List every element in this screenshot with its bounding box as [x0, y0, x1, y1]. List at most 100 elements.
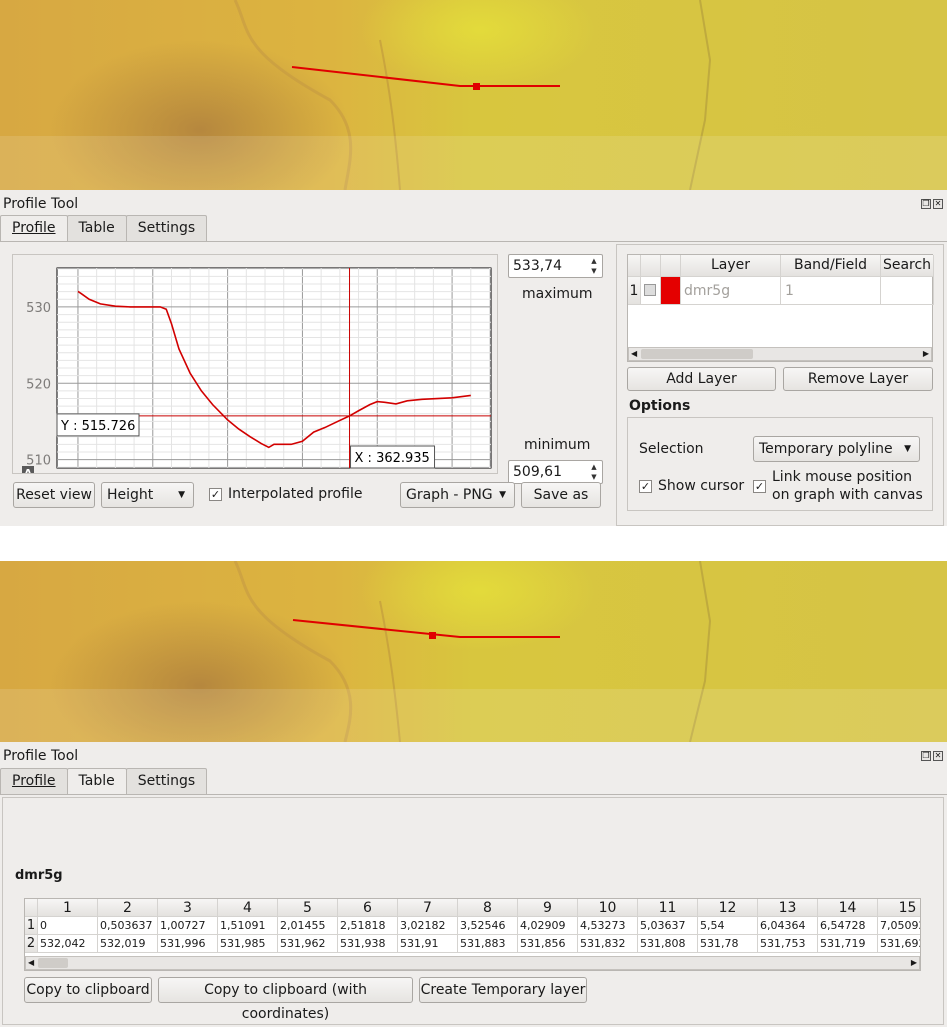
col-header[interactable]: 15 [878, 899, 920, 917]
map-canvas-bottom[interactable] [0, 561, 947, 742]
table-cell[interactable]: 531,719 [818, 935, 878, 953]
close-icon[interactable]: ✕ [933, 751, 943, 761]
col-header[interactable]: 7 [398, 899, 458, 917]
table-cell[interactable]: 1,51091 [218, 917, 278, 935]
col-header[interactable]: 5 [278, 899, 338, 917]
copy-clipboard-coords-button[interactable]: Copy to clipboard (with coordinates) [158, 977, 413, 1022]
table-cell[interactable]: 4,53273 [578, 917, 638, 935]
layers-horizontal-scrollbar[interactable]: ◀ ▶ [628, 347, 932, 361]
table-cell[interactable]: 5,54 [698, 917, 758, 935]
options-title: Options [629, 398, 691, 414]
col-header[interactable]: 12 [698, 899, 758, 917]
tab-table[interactable]: Table [66, 215, 127, 241]
table-cell[interactable]: 6,04364 [758, 917, 818, 935]
close-icon[interactable]: ✕ [933, 199, 943, 209]
table-cell[interactable]: 531,91 [398, 935, 458, 953]
x-tick-label: 500 [440, 472, 465, 473]
table-cell[interactable]: 0 [38, 917, 98, 935]
graph-format-combo[interactable]: Graph - PNG ▼ [400, 482, 515, 508]
minimum-label: minimum [524, 437, 591, 453]
remove-layer-button[interactable]: Remove Layer [783, 367, 933, 391]
layer-color-swatch[interactable] [661, 277, 681, 305]
table-cell[interactable]: 531,996 [158, 935, 218, 953]
table-cell[interactable]: 531,985 [218, 935, 278, 953]
table-cell[interactable]: 2,51818 [338, 917, 398, 935]
tab-settings[interactable]: Settings [125, 768, 208, 794]
link-mouse-checkbox[interactable]: ✓ [753, 480, 766, 493]
table-cell[interactable]: 2,01455 [278, 917, 338, 935]
table-cell[interactable]: 6,54728 [818, 917, 878, 935]
spin-arrows-icon[interactable]: ▲ ▼ [588, 256, 600, 276]
col-header[interactable]: 11 [638, 899, 698, 917]
copy-clipboard-button[interactable]: Copy to clipboard [24, 977, 152, 1003]
table-cell[interactable]: 7,05092 [878, 917, 920, 935]
col-header[interactable]: 2 [98, 899, 158, 917]
table-cell[interactable]: 5,03637 [638, 917, 698, 935]
table-cell[interactable]: 531,883 [458, 935, 518, 953]
col-header[interactable]: 1 [38, 899, 98, 917]
table-cell[interactable]: 4,02909 [518, 917, 578, 935]
scroll-thumb[interactable] [641, 349, 753, 359]
x-cursor-label: X : 362.935 [355, 451, 430, 466]
tab-table[interactable]: Table [66, 768, 127, 795]
col-header[interactable]: 10 [578, 899, 638, 917]
table-horizontal-scrollbar[interactable]: ◀ ▶ [25, 956, 920, 970]
reset-view-button[interactable]: Reset view [13, 482, 95, 508]
dock-buttons: ❐ ✕ [921, 199, 943, 209]
table-cell[interactable]: 531,856 [518, 935, 578, 953]
maximum-spinbox[interactable]: 533,74 ▲ ▼ [508, 254, 603, 278]
scroll-thumb[interactable] [38, 958, 68, 968]
col-header[interactable]: 8 [458, 899, 518, 917]
table-cell[interactable]: 532,042 [38, 935, 98, 953]
band-cell[interactable]: 1 [781, 277, 881, 305]
table-cell[interactable]: 3,02182 [398, 917, 458, 935]
tab-profile[interactable]: Profile [0, 215, 68, 242]
table-cell[interactable]: 531,962 [278, 935, 338, 953]
chevron-down-icon: ▼ [904, 444, 911, 454]
profile-tool-panel-bottom: Profile Tool ❐ ✕ Profile Table Settings … [0, 742, 947, 1027]
interpolated-checkbox[interactable]: ✓ [209, 488, 222, 501]
scroll-right-icon[interactable]: ▶ [923, 348, 929, 360]
col-header[interactable]: 6 [338, 899, 398, 917]
table-cell[interactable]: 531,832 [578, 935, 638, 953]
table-cell[interactable]: 531,808 [638, 935, 698, 953]
float-icon[interactable]: ❐ [921, 751, 931, 761]
col-header[interactable]: 3 [158, 899, 218, 917]
table-cell[interactable]: 3,52546 [458, 917, 518, 935]
col-header[interactable]: 13 [758, 899, 818, 917]
tab-settings[interactable]: Settings [125, 215, 208, 241]
table-cell[interactable]: 531,753 [758, 935, 818, 953]
selection-combo[interactable]: Temporary polyline ▼ [753, 436, 920, 462]
y-cursor-label: Y : 515.726 [60, 419, 135, 434]
scroll-left-icon[interactable]: ◀ [28, 957, 34, 969]
col-header[interactable]: 9 [518, 899, 578, 917]
height-combo[interactable]: Height ▼ [101, 482, 194, 508]
map-canvas-top[interactable] [0, 0, 947, 190]
col-header-band[interactable]: Band/Field [781, 255, 881, 277]
table-cell[interactable]: 1,00727 [158, 917, 218, 935]
save-as-button[interactable]: Save as [521, 482, 601, 508]
tab-profile[interactable]: Profile [0, 768, 68, 794]
col-header[interactable]: 4 [218, 899, 278, 917]
table-cell[interactable]: 531,78 [698, 935, 758, 953]
table-cell[interactable]: 0,503637 [98, 917, 158, 935]
add-layer-button[interactable]: Add Layer [627, 367, 776, 391]
search-cell[interactable] [881, 277, 934, 305]
scroll-right-icon[interactable]: ▶ [911, 957, 917, 969]
spin-arrows-icon[interactable]: ▲ ▼ [588, 462, 600, 482]
table-cell[interactable]: 531,938 [338, 935, 398, 953]
layer-name-cell[interactable]: dmr5g [681, 277, 781, 305]
row-header: 2 [25, 935, 38, 953]
float-icon[interactable]: ❐ [921, 199, 931, 209]
scroll-left-icon[interactable]: ◀ [631, 348, 637, 360]
profile-chart[interactable]: 0100200300400500510520530Y : 515.726X : … [13, 255, 497, 473]
table-cell[interactable]: 531,692 [878, 935, 920, 953]
col-header-search[interactable]: Search [881, 255, 934, 277]
col-header-layer[interactable]: Layer [681, 255, 781, 277]
show-cursor-checkbox[interactable]: ✓ [639, 480, 652, 493]
layer-visible-checkbox[interactable] [641, 277, 661, 305]
create-temp-layer-button[interactable]: Create Temporary layer [419, 977, 587, 1003]
minimum-spinbox[interactable]: 509,61 ▲ ▼ [508, 460, 603, 484]
table-cell[interactable]: 532,019 [98, 935, 158, 953]
col-header[interactable]: 14 [818, 899, 878, 917]
